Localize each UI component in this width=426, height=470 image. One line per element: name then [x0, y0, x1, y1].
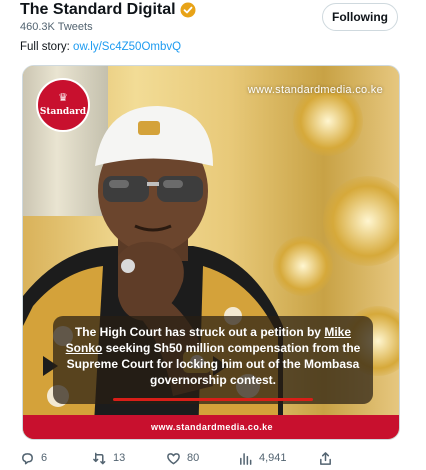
retweet-count: 13: [113, 452, 126, 464]
retweet-icon: [93, 452, 106, 464]
news-caption: The High Court has struck out a petition…: [53, 316, 373, 404]
tweet-actions: 6 13 80 4,941: [20, 448, 410, 468]
crest-icon: ♛: [58, 92, 68, 104]
tweet-prefix: Full story:: [20, 41, 70, 53]
views-count: 4,941: [259, 452, 287, 464]
standard-logo: ♛ Standard: [36, 78, 90, 132]
views-button[interactable]: 4,941: [238, 448, 287, 468]
heart-icon: [167, 452, 180, 464]
caption-text-2: seeking Sh50 million compensation from t…: [66, 341, 361, 387]
caption-text-1: The High Court has struck out a petition…: [74, 325, 325, 339]
like-count: 80: [187, 452, 200, 464]
share-button[interactable]: [318, 448, 333, 468]
caption-underline: [113, 398, 313, 401]
views-chart-icon: [240, 452, 252, 465]
reply-icon: [22, 452, 33, 464]
logo-text: Standard: [39, 107, 87, 117]
tweet-count: 460.3K Tweets: [20, 21, 93, 33]
account-name-text[interactable]: The Standard Digital: [20, 1, 176, 19]
following-button[interactable]: Following: [322, 3, 398, 31]
share-icon: [320, 451, 331, 465]
tweet-media-image[interactable]: ♛ Standard www.standardmedia.co.ke The H…: [22, 65, 400, 440]
reply-count: 6: [41, 452, 48, 464]
retweet-button[interactable]: 13: [92, 448, 125, 468]
article-link[interactable]: ow.ly/Sc4Z50OmbvQ: [73, 41, 181, 53]
verified-badge-icon: [180, 2, 196, 18]
like-button[interactable]: 80: [166, 448, 199, 468]
media-footer-bar: www.standardmedia.co.ke: [23, 415, 399, 439]
tweet-text: Full story: ow.ly/Sc4Z50OmbvQ: [20, 41, 181, 53]
gold-ornament: [293, 86, 363, 156]
footer-url: www.standardmedia.co.ke: [151, 422, 273, 432]
profile-header: The Standard Digital 460.3K Tweets Follo…: [0, 0, 426, 40]
reply-button[interactable]: 6: [20, 448, 47, 468]
account-name[interactable]: The Standard Digital: [20, 1, 196, 19]
watermark-url: www.standardmedia.co.ke: [247, 84, 383, 96]
